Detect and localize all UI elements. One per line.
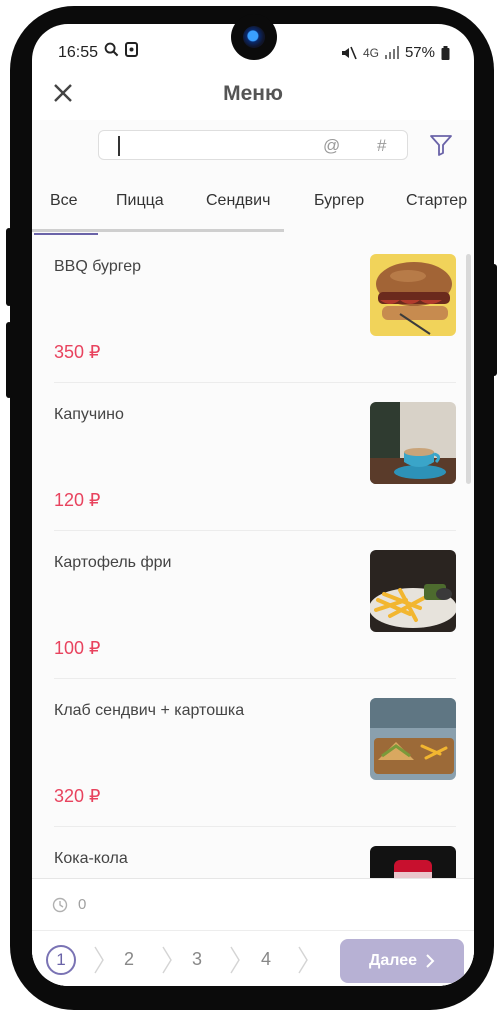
item-price: 100 ₽ — [54, 638, 101, 658]
cola-photo — [370, 846, 456, 878]
next-button-label: Далее — [368, 952, 418, 969]
page-title: Меню — [223, 82, 283, 105]
list-item[interactable]: Кока-кола — [32, 838, 474, 878]
item-name: BBQ бургер — [54, 258, 142, 275]
search-input[interactable]: @ # — [98, 130, 408, 160]
sandwich-photo — [370, 698, 456, 780]
network-type: 4G — [362, 45, 379, 60]
header: Меню — [32, 74, 474, 120]
item-count: 0 — [78, 896, 87, 913]
tab-burger[interactable]: Бургер — [314, 192, 364, 210]
phone-side-button — [6, 228, 12, 306]
chevron-right-icon — [426, 954, 435, 968]
step-3[interactable]: 3 — [192, 949, 202, 970]
coffee-photo — [370, 402, 456, 484]
phone-side-button — [490, 264, 497, 376]
mute-icon — [341, 46, 357, 59]
item-divider — [54, 530, 456, 531]
item-price: 120 ₽ — [54, 490, 101, 510]
item-name: Картофель фри — [54, 554, 172, 571]
item-divider — [54, 826, 456, 827]
category-tabs: Все Пицца Сендвич Бургер Стартер — [32, 192, 474, 232]
front-camera — [231, 14, 277, 60]
tab-pizza[interactable]: Пицца — [116, 192, 164, 210]
checkout-stepper: 1 2 3 4 Далее — [32, 930, 474, 986]
app-screen: 16:55 4G 57% Меню @ # Все Пицца Сендвич … — [32, 24, 474, 986]
item-divider — [54, 382, 456, 383]
item-price: 320 ₽ — [54, 786, 101, 806]
battery-icon — [441, 45, 450, 60]
chevron-right-icon — [298, 946, 308, 974]
phone-side-button — [6, 322, 12, 398]
fries-photo — [370, 550, 456, 632]
list-item[interactable]: Картофель фри 100 ₽ — [32, 542, 474, 690]
item-name: Клаб сендвич + картошка — [54, 702, 245, 719]
menu-list: BBQ бургер 350 ₽ Капучино 120 ₽ Картофел… — [32, 246, 474, 878]
search-icon — [104, 42, 119, 57]
mention-button[interactable]: @ — [323, 136, 340, 156]
next-button[interactable]: Далее — [340, 939, 464, 983]
item-price: 350 ₽ — [54, 342, 101, 362]
hashtag-button[interactable]: # — [377, 136, 386, 156]
burger-photo — [370, 254, 456, 336]
order-summary: 0 — [32, 878, 474, 930]
tabs-scroll-track — [32, 229, 284, 232]
item-divider — [54, 678, 456, 679]
screenshot-icon — [125, 42, 138, 57]
item-name: Кока-кола — [54, 850, 128, 867]
chevron-right-icon — [162, 946, 172, 974]
list-item[interactable]: Капучино 120 ₽ — [32, 394, 474, 542]
active-tab-indicator — [34, 233, 98, 235]
list-item[interactable]: BBQ бургер 350 ₽ — [32, 246, 474, 394]
text-cursor — [118, 136, 120, 156]
clock-icon — [52, 897, 68, 913]
item-name: Капучино — [54, 406, 124, 423]
filter-icon[interactable] — [428, 132, 454, 158]
battery-percent: 57% — [404, 44, 435, 61]
step-2[interactable]: 2 — [124, 949, 134, 970]
signal-icon — [384, 46, 399, 59]
tab-all[interactable]: Все — [50, 192, 78, 210]
tab-starter[interactable]: Стартер — [406, 192, 467, 210]
status-time: 16:55 — [58, 44, 99, 61]
step-4[interactable]: 4 — [261, 949, 271, 970]
chevron-right-icon — [230, 946, 240, 974]
step-1[interactable]: 1 — [46, 945, 76, 975]
list-item[interactable]: Клаб сендвич + картошка 320 ₽ — [32, 690, 474, 838]
tab-sandwich[interactable]: Сендвич — [206, 192, 270, 210]
chevron-right-icon — [94, 946, 104, 974]
list-scrollbar[interactable] — [466, 254, 471, 484]
